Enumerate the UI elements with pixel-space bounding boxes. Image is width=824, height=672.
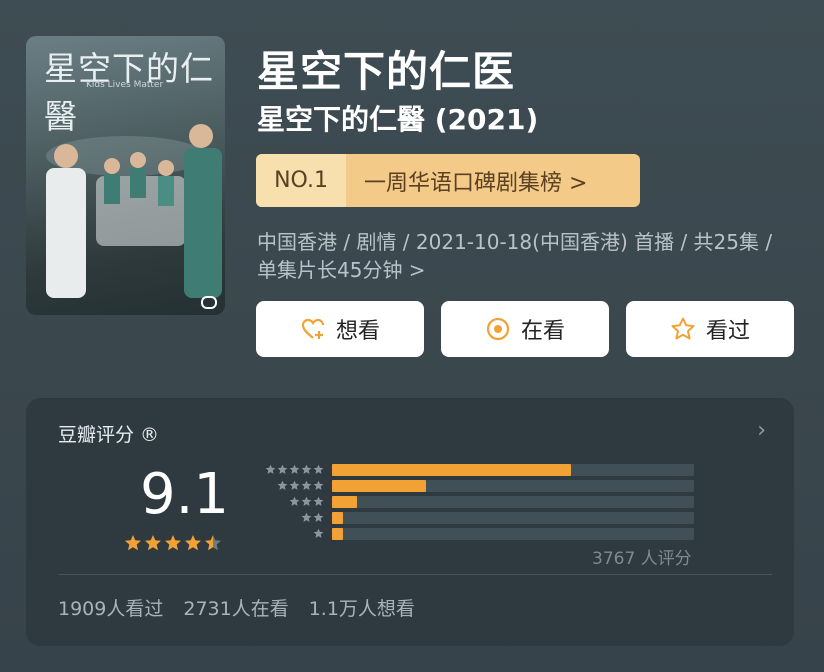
mini-star-icon	[313, 480, 324, 490]
heart-plus-icon	[301, 318, 325, 339]
show-meta[interactable]: 中国香港 / 剧情 / 2021-10-18(中国香港) 首播 / 共25集 /…	[257, 228, 787, 284]
target-icon	[486, 317, 510, 341]
mini-star-icon	[289, 496, 300, 506]
mini-star-icon	[301, 480, 312, 490]
mini-stars	[252, 464, 324, 476]
rating-bar-track	[332, 464, 694, 476]
poster-image[interactable]: 星空下的仁醫 Kids Lives Matter	[26, 36, 225, 315]
rating-bar-track	[332, 528, 694, 540]
watching-button[interactable]: 在看	[441, 301, 609, 357]
stats-row: 1909人看过 2731人在看 1.1万人想看	[58, 594, 415, 621]
rating-row-3-star	[252, 496, 694, 508]
mini-star-icon	[289, 464, 300, 474]
rating-label: 豆瓣评分 ®	[58, 424, 160, 446]
watched-button[interactable]: 看过	[626, 301, 794, 357]
mini-star-icon	[313, 464, 324, 474]
rating-bar-track	[332, 512, 694, 524]
mini-stars	[252, 528, 324, 540]
stat-want[interactable]: 1.1万人想看	[309, 594, 415, 621]
want-label: 想看	[335, 319, 380, 344]
mini-stars	[252, 496, 324, 508]
mini-star-icon	[301, 464, 312, 474]
rating-row-5-star	[252, 464, 694, 476]
stat-watching[interactable]: 2731人在看	[183, 594, 288, 621]
watching-label: 在看	[520, 319, 565, 344]
mini-stars	[252, 512, 324, 524]
poster-subtitle: Kids Lives Matter	[86, 80, 164, 90]
mini-star-icon	[289, 480, 300, 490]
platform-logo-icon	[201, 296, 217, 309]
rating-bar-fill	[332, 464, 571, 476]
rating-star-icon	[205, 535, 221, 551]
mini-star-icon	[301, 512, 312, 522]
mini-star-icon	[313, 528, 324, 538]
star-outline-icon	[671, 317, 695, 340]
rating-bar-fill	[332, 496, 358, 508]
chevron-right-icon[interactable]: ›	[757, 418, 766, 443]
rating-star-icon	[165, 535, 181, 551]
rating-row-2-star	[252, 512, 694, 524]
rating-star-icon	[125, 535, 141, 551]
divider	[58, 574, 772, 575]
watched-label: 看过	[705, 319, 750, 344]
rating-star-icon	[185, 535, 201, 551]
rating-count: 3767 人评分	[592, 549, 692, 569]
stat-watched[interactable]: 1909人看过	[58, 594, 163, 621]
rating-panel[interactable]: 豆瓣评分 ® › 9.1 3767 人评分 1909人看过 2731人在看 1.…	[26, 398, 794, 646]
rank-badge[interactable]: NO.1 一周华语口碑剧集榜 >	[256, 154, 640, 207]
rating-star-icon	[145, 535, 161, 551]
rank-number: NO.1	[256, 154, 346, 207]
rating-bar-track	[332, 496, 694, 508]
mini-star-icon	[277, 480, 288, 490]
rating-row-4-star	[252, 480, 694, 492]
rating-row-1-star	[252, 528, 694, 540]
poster-artwork	[46, 124, 222, 298]
rating-score: 9.1	[140, 462, 230, 527]
rating-stars	[124, 534, 222, 552]
mini-star-icon	[313, 496, 324, 506]
rank-label: 一周华语口碑剧集榜 >	[364, 170, 588, 196]
mini-star-icon	[301, 496, 312, 506]
page-title: 星空下的仁医	[257, 47, 516, 96]
rating-bar-track	[332, 480, 694, 492]
mini-star-icon	[277, 464, 288, 474]
mini-star-icon	[265, 464, 276, 474]
rating-bar-fill	[332, 480, 427, 492]
rating-bar-fill	[332, 512, 343, 524]
original-title: 星空下的仁醫 (2021)	[257, 103, 539, 136]
mini-stars	[252, 480, 324, 492]
mini-star-icon	[313, 512, 324, 522]
rating-bar-fill	[332, 528, 343, 540]
want-button[interactable]: 想看	[256, 301, 424, 357]
